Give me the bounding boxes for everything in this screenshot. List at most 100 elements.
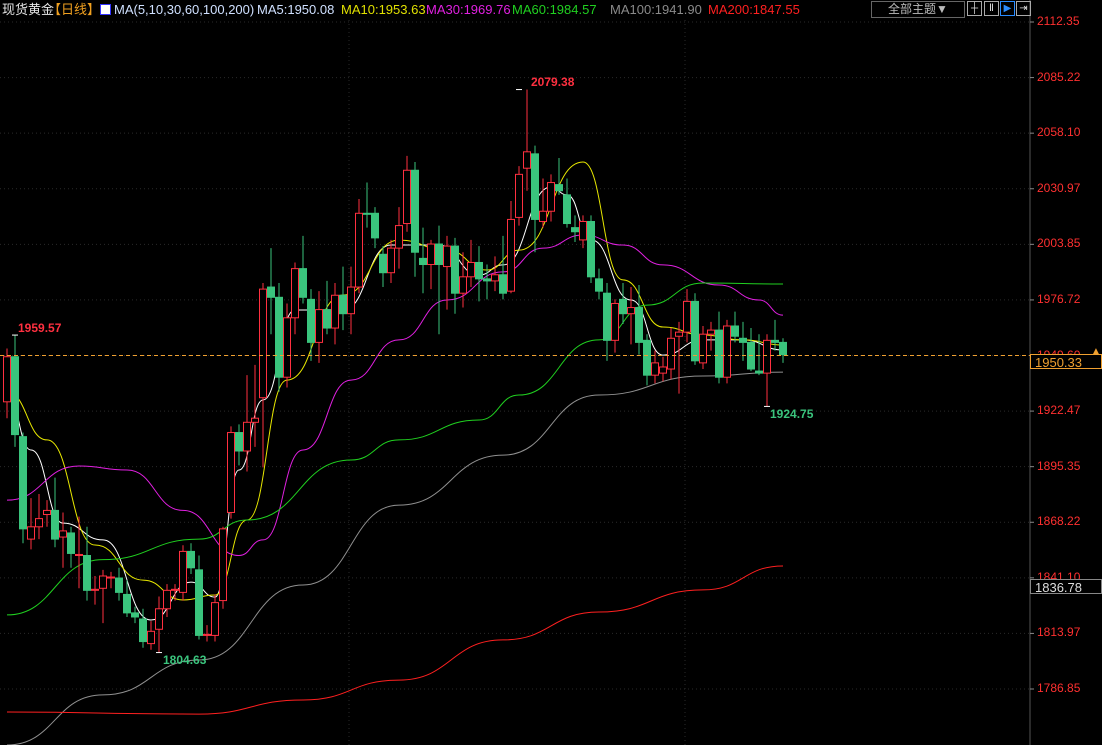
candle-up <box>763 334 771 407</box>
candle-up <box>539 178 547 228</box>
candle-body <box>379 253 387 274</box>
candle-down <box>731 311 739 343</box>
candle-body <box>291 268 299 319</box>
play-icon[interactable]: ▶ <box>1000 1 1015 16</box>
candle-up <box>507 200 515 294</box>
candle-down <box>339 266 347 331</box>
candle-body <box>779 341 787 356</box>
interval-icon[interactable]: Ⅱ <box>984 1 999 16</box>
candle-body <box>675 331 683 337</box>
candle-down <box>779 338 787 363</box>
candle-body <box>475 261 483 280</box>
candle-body <box>51 509 59 540</box>
candle-body <box>59 530 67 538</box>
period-label[interactable]: 【日线】 <box>48 0 100 20</box>
candle-body <box>459 276 467 294</box>
theme-dropdown[interactable]: 全部主题▼ <box>871 1 965 18</box>
candle-down <box>571 215 579 242</box>
candle-body <box>187 550 195 569</box>
candle-body <box>363 212 371 215</box>
candle-up <box>259 282 267 468</box>
candle-body <box>67 532 75 554</box>
candle-down <box>307 289 315 361</box>
price-up-arrow-icon: ▲ <box>1091 345 1101 357</box>
ma60-line <box>6 282 784 616</box>
cursor-price-box: 1836.78 <box>1030 578 1102 595</box>
axis-tick-label: 2003.85 <box>1037 236 1081 251</box>
candle-body <box>651 362 659 376</box>
candle-down <box>275 282 283 392</box>
candle-down <box>67 526 75 568</box>
candle-up <box>667 328 675 380</box>
candle-body <box>131 612 139 618</box>
candle-body <box>715 329 723 378</box>
candle-body <box>395 225 403 249</box>
candle-up <box>683 289 691 343</box>
candle-up <box>387 239 395 283</box>
candle-body <box>371 212 379 239</box>
ma100-value: MA100:1941.90 <box>610 2 702 17</box>
candle-body <box>107 576 115 579</box>
candle-body <box>171 588 179 591</box>
candle-body <box>627 307 635 315</box>
candle-body <box>603 292 611 341</box>
axis-tick-label: 2085.22 <box>1037 69 1081 84</box>
candle-body <box>179 550 187 593</box>
candle-body <box>507 218 515 292</box>
candle-up <box>315 291 323 363</box>
candle-body <box>403 169 411 225</box>
ma-params[interactable]: MA(5,10,30,60,100,200) <box>114 0 254 20</box>
candle-body <box>27 526 35 540</box>
ma-indicator-icon[interactable] <box>100 4 111 15</box>
candle-up <box>403 155 411 232</box>
candle-up <box>579 215 587 249</box>
candle-body <box>659 366 667 374</box>
candle-body <box>555 184 563 192</box>
candle-body <box>523 151 531 169</box>
candle-up <box>27 498 35 550</box>
candle-body <box>699 333 707 364</box>
candle-up <box>547 174 555 222</box>
candle-body <box>203 633 211 636</box>
candle-down <box>11 335 19 447</box>
crosshair-icon[interactable]: ┼ <box>967 1 982 16</box>
candle-body <box>355 212 363 288</box>
axis-tick-label: 2030.97 <box>1037 180 1081 195</box>
candle-body <box>467 261 475 278</box>
axis-tick-label: 1786.85 <box>1037 681 1081 695</box>
candle-up <box>179 545 187 601</box>
candle-down <box>235 424 243 466</box>
candle-body <box>339 294 347 315</box>
candle-up <box>59 512 67 568</box>
candle-body <box>411 169 419 253</box>
candle-up <box>467 239 475 288</box>
candle-body <box>755 370 763 374</box>
candle-down <box>643 334 651 386</box>
candle-body <box>587 220 595 278</box>
candle-down <box>451 237 459 314</box>
candle-down <box>19 432 27 544</box>
candle-body <box>219 528 227 602</box>
candle-body <box>43 509 51 516</box>
candle-up <box>707 321 715 351</box>
candle-body <box>579 220 587 241</box>
candle-down <box>115 567 123 601</box>
candle-up <box>219 526 227 609</box>
candle-down <box>83 526 91 601</box>
candlestick-chart[interactable] <box>0 0 1102 745</box>
exit-icon[interactable]: ⇥ <box>1016 1 1031 16</box>
candle-body <box>195 569 203 636</box>
candle-body <box>611 302 619 341</box>
ma5-value: MA5:1950.08 <box>257 2 335 17</box>
candles <box>3 89 787 654</box>
candle-up <box>395 207 403 269</box>
candle-body <box>443 245 451 268</box>
candle-up <box>291 262 299 335</box>
candle-body <box>147 630 155 645</box>
candle-up <box>35 494 43 540</box>
candle-body <box>243 421 251 452</box>
axis-tick-label: 1922.47 <box>1037 403 1081 418</box>
candle-body <box>635 307 643 343</box>
candle-down <box>739 321 747 361</box>
candle-down <box>563 178 571 228</box>
